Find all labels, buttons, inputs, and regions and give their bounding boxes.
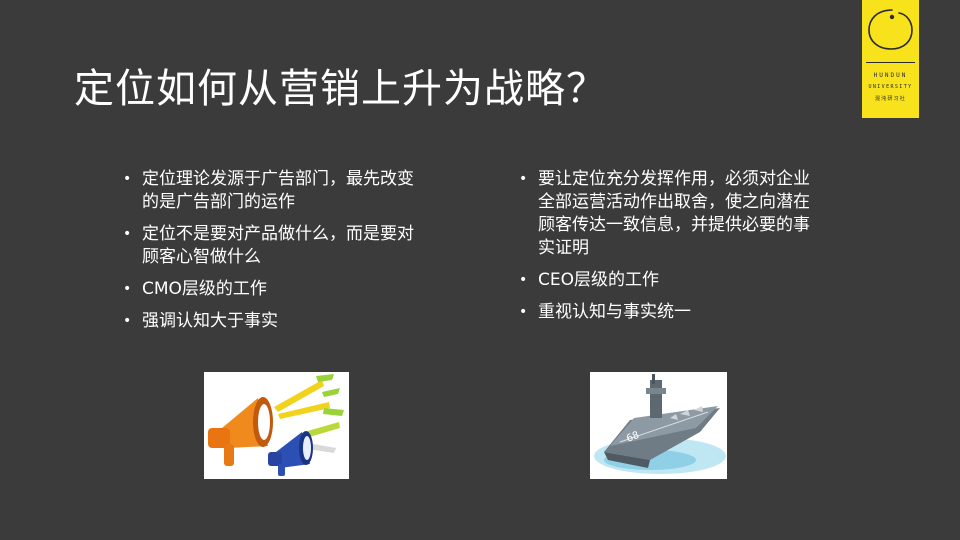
list-item-text: 强调认知大于事实	[142, 311, 278, 331]
megaphone-icon	[208, 374, 344, 476]
right-bullet-list: • 要让定位充分发挥作用，必须对企业全部运营活动作出取舍，使之向潜在顾客传达一致信…	[516, 168, 826, 333]
bullet-icon: •	[123, 171, 132, 187]
list-item: • CMO层级的工作	[120, 278, 430, 301]
list-item-text: CMO层级的工作	[142, 279, 267, 299]
list-item: • 强调认知大于事实	[120, 310, 430, 333]
hundun-logo: HUNDUN UNIVERSITY 混沌研习社	[862, 0, 919, 118]
megaphone-image	[204, 372, 349, 479]
logo-line-2: UNIVERSITY	[868, 84, 913, 90]
logo-circle-icon	[868, 9, 913, 50]
slide: 定位如何从营销上升为战略？ HUNDUN UNIVERSITY 混沌研习社 • 定…	[0, 0, 960, 540]
list-item-text: 重视认知与事实统一	[538, 302, 691, 322]
bullet-icon: •	[519, 304, 528, 320]
left-bullet-list: • 定位理论发源于广告部门，最先改变的是广告部门的运作 • 定位不是要对产品做什么，…	[120, 168, 430, 342]
bullet-icon: •	[519, 171, 528, 187]
list-item-text: 定位不是要对产品做什么，而是要对顾客心智做什么	[142, 224, 414, 267]
slide-title: 定位如何从营销上升为战略？	[74, 66, 607, 112]
logo-line-3: 混沌研习社	[874, 96, 906, 102]
list-item: • 定位理论发源于广告部门，最先改变的是广告部门的运作	[120, 168, 430, 214]
list-item-text: 定位理论发源于广告部门，最先改变的是广告部门的运作	[142, 169, 414, 212]
logo-divider	[866, 62, 915, 63]
aircraft-carrier-image: 68	[590, 372, 727, 479]
list-item: • CEO层级的工作	[516, 269, 826, 292]
logo-line-1: HUNDUN	[873, 72, 908, 79]
list-item-text: 要让定位充分发挥作用，必须对企业全部运营活动作出取舍，使之向潜在顾客传达一致信息…	[538, 169, 810, 258]
list-item: • 重视认知与事实统一	[516, 301, 826, 324]
list-item: • 要让定位充分发挥作用，必须对企业全部运营活动作出取舍，使之向潜在顾客传达一致信…	[516, 168, 826, 260]
bullet-icon: •	[123, 226, 132, 242]
aircraft-carrier-icon: 68	[594, 374, 726, 474]
list-item: • 定位不是要对产品做什么，而是要对顾客心智做什么	[120, 223, 430, 269]
bullet-icon: •	[123, 313, 132, 329]
bullet-icon: •	[519, 272, 528, 288]
bullet-icon: •	[123, 281, 132, 297]
list-item-text: CEO层级的工作	[538, 270, 659, 290]
